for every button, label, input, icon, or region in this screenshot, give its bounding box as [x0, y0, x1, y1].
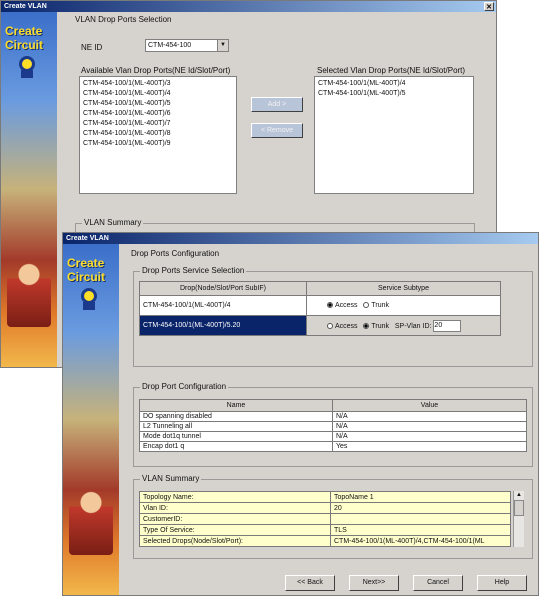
col-header-drop: Drop(Node/Slot/Port SubIF): [139, 281, 307, 296]
available-ports-label: Available Vlan Drop Ports(NE Id/Slot/Por…: [81, 66, 231, 75]
table-row[interactable]: Encap dot1 q Yes: [139, 441, 527, 452]
logo-line1: Create: [5, 24, 43, 38]
front-window-titlebar: Create VLAN: [63, 233, 538, 244]
summary-name: Type Of Service:: [139, 524, 331, 536]
add-button[interactable]: Add >: [251, 97, 303, 112]
config-value: N/A: [332, 431, 527, 442]
col-header-name: Name: [139, 399, 333, 412]
config-value: N/A: [332, 411, 527, 422]
chevron-down-icon[interactable]: ▼: [217, 40, 228, 51]
config-table: Name Value DO spanning disabled N/A L2 Tu…: [139, 399, 527, 452]
list-item[interactable]: CTM-454-100/1(ML-400T)/9: [83, 139, 233, 149]
vlan-summary-title: VLAN Summary: [140, 474, 202, 483]
front-window-title: Create VLAN: [66, 235, 109, 242]
summary-value: CTM-454-100/1(ML-400T)/4,CTM-454-100/1(M…: [330, 535, 511, 547]
table-row: Topology Name: TopoName 1: [139, 491, 511, 503]
summary-name: Selected Drops(Node/Slot/Port):: [139, 535, 331, 547]
config-name: L2 Tunneling all: [139, 421, 333, 432]
back-window-title: Create VLAN: [4, 3, 47, 10]
port-config-title: Drop Port Configuration: [140, 382, 229, 391]
radio-access-label: Access: [335, 322, 358, 330]
summary-value: TopoName 1: [330, 491, 511, 503]
list-item[interactable]: CTM-454-100/1(ML-400T)/8: [83, 129, 233, 139]
list-item[interactable]: CTM-454-100/1(ML-400T)/5: [83, 99, 233, 109]
list-item[interactable]: CTM-454-100/1(ML-400T)/3: [83, 79, 233, 89]
config-name: Encap dot1 q: [139, 441, 333, 452]
cancel-button[interactable]: Cancel: [413, 575, 463, 591]
drop-cell: CTM-454-100/1(ML-400T)/4: [139, 295, 307, 316]
list-item[interactable]: CTM-454-100/1(ML-400T)/5: [318, 89, 470, 99]
radio-access[interactable]: [327, 302, 333, 309]
summary-name: CustomerID:: [139, 513, 331, 525]
person-illustration: [7, 257, 51, 327]
back-button[interactable]: << Back: [285, 575, 335, 591]
close-icon[interactable]: ✕: [484, 2, 494, 11]
scroll-up-icon[interactable]: ▲: [514, 491, 524, 500]
remove-button[interactable]: < Remove: [251, 123, 303, 138]
service-table: Drop(Node/Slot/Port SubIF) Service Subty…: [139, 281, 501, 336]
ribbon-icon: [21, 70, 33, 78]
person-illustration: [69, 485, 113, 555]
config-name: DO spanning disabled: [139, 411, 333, 422]
help-button[interactable]: Help: [477, 575, 527, 591]
selected-ports-list[interactable]: CTM-454-100/1(ML-400T)/4 CTM-454-100/1(M…: [314, 76, 474, 194]
logo-line2: Circuit: [5, 38, 44, 52]
config-name: Mode dot1q tunnel: [139, 431, 333, 442]
config-value: Yes: [332, 441, 527, 452]
summary-scrollbar[interactable]: ▲: [513, 491, 524, 547]
radio-trunk-label: Trunk: [371, 322, 390, 330]
summary-name: Topology Name:: [139, 491, 331, 503]
ne-id-value: CTM-454-100: [148, 42, 192, 49]
table-row[interactable]: L2 Tunneling all N/A: [139, 421, 527, 432]
service-cell: Access Trunk SP-Vlan ID: 20: [306, 315, 501, 336]
section-title: Drop Ports Configuration: [131, 249, 220, 258]
config-value: N/A: [332, 421, 527, 432]
create-vlan-front-window: Create VLAN Create Circuit Drop Ports Co…: [62, 232, 539, 596]
available-ports-list[interactable]: CTM-454-100/1(ML-400T)/3 CTM-454-100/1(M…: [79, 76, 237, 194]
ne-id-label: NE ID: [81, 43, 103, 52]
sp-vlan-id-label: SP-Vlan ID:: [394, 322, 432, 330]
table-row[interactable]: CTM-454-100/1(ML-400T)/4 Access Trunk: [139, 295, 501, 316]
scroll-thumb[interactable]: [514, 500, 524, 516]
summary-value: 20: [330, 502, 511, 514]
logo-line1: Create: [67, 256, 105, 270]
section-title: VLAN Drop Ports Selection: [75, 15, 172, 24]
table-row[interactable]: CTM-454-100/1(ML-400T)/5.20 Access Trunk…: [139, 315, 501, 336]
summary-value: [330, 513, 511, 525]
table-row[interactable]: Mode dot1q tunnel N/A: [139, 431, 527, 442]
radio-trunk[interactable]: [363, 322, 370, 329]
wizard-side-banner: Create Circuit: [63, 244, 119, 595]
ribbon-icon: [83, 302, 95, 310]
next-button[interactable]: Next>>: [349, 575, 399, 591]
radio-access-label: Access: [335, 302, 358, 309]
sp-vlan-id-input[interactable]: 20: [433, 319, 462, 332]
radio-trunk-label: Trunk: [371, 302, 390, 309]
service-selection-title: Drop Ports Service Selection: [140, 266, 247, 275]
list-item[interactable]: CTM-454-100/1(ML-400T)/4: [318, 79, 470, 89]
drop-cell: CTM-454-100/1(ML-400T)/5.20: [139, 315, 307, 336]
back-window-titlebar: Create VLAN ✕: [1, 1, 496, 12]
ne-id-select[interactable]: CTM-454-100 ▼: [145, 39, 229, 52]
table-row: Type Of Service: TLS: [139, 524, 511, 536]
table-row: Vlan ID: 20: [139, 502, 511, 514]
radio-access[interactable]: [327, 322, 333, 329]
table-row[interactable]: DO spanning disabled N/A: [139, 411, 527, 422]
logo-line2: Circuit: [67, 270, 106, 284]
summary-value: TLS: [330, 524, 511, 536]
table-row: Selected Drops(Node/Slot/Port): CTM-454-1…: [139, 535, 511, 547]
list-item[interactable]: CTM-454-100/1(ML-400T)/6: [83, 109, 233, 119]
wizard-side-banner: Create Circuit: [1, 12, 57, 367]
vlan-summary-label: VLAN Summary: [82, 218, 144, 227]
list-item[interactable]: CTM-454-100/1(ML-400T)/4: [83, 89, 233, 99]
col-header-value: Value: [332, 399, 527, 412]
selected-ports-label: Selected Vlan Drop Ports(NE Id/Slot/Port…: [317, 66, 466, 75]
list-item[interactable]: CTM-454-100/1(ML-400T)/7: [83, 119, 233, 129]
col-header-service: Service Subtype: [306, 281, 501, 296]
service-cell: Access Trunk: [306, 295, 501, 316]
radio-trunk[interactable]: [363, 302, 370, 309]
summary-table: Topology Name: TopoName 1 Vlan ID: 20 Cust…: [139, 491, 511, 547]
summary-name: Vlan ID:: [139, 502, 331, 514]
table-row: CustomerID:: [139, 513, 511, 525]
